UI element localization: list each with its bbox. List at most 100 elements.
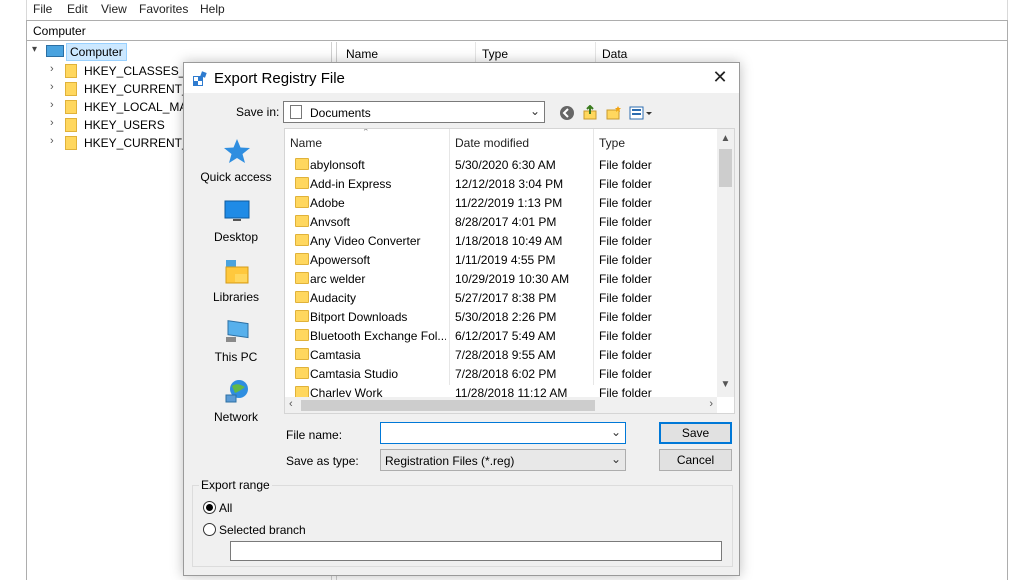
file-row[interactable]: Apowersoft 1/11/2019 4:55 PM File folder — [285, 250, 717, 269]
place-quick-access[interactable]: Quick access — [192, 138, 280, 196]
file-name-cell: Apowersoft — [310, 253, 371, 267]
scroll-left-icon[interactable]: ‹ — [289, 398, 293, 410]
selected-branch-radio[interactable] — [203, 523, 216, 536]
scroll-thumb[interactable] — [301, 400, 595, 411]
file-row[interactable]: Audacity 5/27/2017 8:38 PM File folder — [285, 288, 717, 307]
folder-icon — [295, 291, 309, 303]
file-row[interactable]: Camtasia 7/28/2018 9:55 AM File folder — [285, 345, 717, 364]
save-button[interactable]: Save — [659, 422, 732, 444]
view-menu-icon[interactable] — [628, 103, 654, 123]
menu-view[interactable]: View — [101, 2, 127, 16]
address-text: Computer — [33, 24, 86, 38]
column-header-date-modified[interactable]: Date modified — [455, 136, 529, 150]
close-icon[interactable]: ✕ — [709, 68, 731, 88]
file-name-cell: Bluetooth Exchange Fol... — [310, 329, 446, 343]
collapse-chevron-icon[interactable]: › — [50, 81, 54, 93]
tree-item-label: HKEY_CURRENT_C — [84, 136, 198, 150]
save-as-type-value: Registration Files (*.reg) — [385, 454, 515, 468]
save-in-dropdown[interactable]: Documents ⌄ — [283, 101, 545, 123]
file-name-cell: Camtasia Studio — [310, 367, 399, 381]
menu-file[interactable]: File — [33, 2, 52, 16]
new-folder-icon[interactable] — [604, 103, 624, 123]
file-date-cell: 5/30/2018 2:26 PM — [455, 310, 557, 324]
place-label: This PC — [214, 350, 258, 364]
file-row[interactable]: abylonsoft 5/30/2020 6:30 AM File folder — [285, 155, 717, 174]
column-divider[interactable] — [595, 42, 596, 62]
collapse-chevron-icon[interactable]: › — [50, 117, 54, 129]
scroll-thumb[interactable] — [719, 149, 732, 187]
horizontal-scrollbar[interactable]: ‹ › — [285, 397, 717, 413]
up-folder-icon[interactable] — [580, 103, 600, 123]
file-name-combobox[interactable]: ⌄ — [380, 422, 626, 444]
chevron-down-icon: ⌄ — [610, 452, 621, 466]
file-row[interactable]: Adobe 11/22/2019 1:13 PM File folder — [285, 193, 717, 212]
menu-favorites[interactable]: Favorites — [139, 2, 188, 16]
tree-root-label: Computer — [66, 43, 127, 61]
file-type-cell: File folder — [599, 196, 652, 210]
folder-icon — [295, 177, 309, 189]
menu-bar: File Edit View Favorites Help — [26, 0, 1008, 20]
collapse-chevron-icon[interactable]: › — [50, 63, 54, 75]
place-label: Network — [213, 410, 258, 424]
file-name-cell: Add-in Express — [310, 177, 392, 191]
folder-icon — [295, 234, 309, 246]
folder-icon — [295, 253, 309, 265]
address-bar[interactable]: Computer — [26, 20, 1008, 41]
selected-branch-input[interactable] — [230, 541, 722, 561]
selected-branch-label[interactable]: Selected branch — [219, 523, 306, 537]
folder-icon — [295, 272, 309, 284]
column-header-data[interactable]: Data — [602, 47, 627, 61]
registry-editor-icon — [193, 71, 207, 86]
folder-icon — [295, 329, 309, 341]
collapse-chevron-icon[interactable]: › — [50, 135, 54, 147]
back-icon[interactable] — [557, 103, 577, 123]
file-date-cell: 1/18/2018 10:49 AM — [455, 234, 563, 248]
vertical-scrollbar[interactable]: ▲ ▼ — [717, 129, 734, 397]
column-divider[interactable] — [475, 42, 476, 62]
place-desktop[interactable]: Desktop — [192, 198, 280, 256]
file-row[interactable]: Anvsoft 8/28/2017 4:01 PM File folder — [285, 212, 717, 231]
file-row[interactable]: Bitport Downloads 5/30/2018 2:26 PM File f… — [285, 307, 717, 326]
file-name-input[interactable] — [384, 425, 604, 441]
file-row[interactable]: Any Video Converter 1/18/2018 10:49 AM Fil… — [285, 231, 717, 250]
column-header-type[interactable]: Type — [482, 47, 508, 61]
scroll-up-icon[interactable]: ▲ — [717, 133, 734, 144]
export-range-group: Export range All Selected branch — [192, 478, 733, 567]
places-bar: Quick access Desktop Libraries This PC N… — [192, 130, 280, 430]
star-icon — [224, 139, 250, 163]
column-header-name[interactable]: Name — [346, 47, 378, 61]
place-network[interactable]: Network — [192, 378, 280, 436]
libraries-icon — [225, 260, 249, 284]
file-list[interactable]: ⌃ Name Date modified Type abylonsoft 5/30… — [284, 128, 735, 414]
collapse-chevron-icon[interactable]: › — [50, 99, 54, 111]
file-row[interactable]: Camtasia Studio 7/28/2018 6:02 PM File fol… — [285, 364, 717, 383]
export-all-radio[interactable] — [203, 501, 216, 514]
file-date-cell: 10/29/2019 10:30 AM — [455, 272, 570, 286]
place-label: Quick access — [200, 170, 272, 184]
export-all-label[interactable]: All — [219, 501, 232, 515]
menu-help[interactable]: Help — [200, 2, 225, 16]
dialog-title-bar[interactable]: Export Registry File ✕ — [184, 63, 739, 93]
scroll-down-icon[interactable]: ▼ — [717, 379, 734, 390]
save-in-value: Documents — [310, 106, 371, 120]
menu-edit[interactable]: Edit — [67, 2, 88, 16]
file-row[interactable]: arc welder 10/29/2019 10:30 AM File folder — [285, 269, 717, 288]
desktop-icon — [224, 200, 250, 221]
column-header-type[interactable]: Type — [599, 136, 625, 150]
save-in-label: Save in: — [236, 105, 280, 119]
place-libraries[interactable]: Libraries — [192, 258, 280, 316]
file-row[interactable]: Add-in Express 12/12/2018 3:04 PM File fol… — [285, 174, 717, 193]
save-as-type-dropdown[interactable]: Registration Files (*.reg) ⌄ — [380, 449, 626, 471]
folder-icon — [295, 215, 309, 227]
scroll-right-icon[interactable]: › — [709, 398, 713, 410]
cancel-button[interactable]: Cancel — [659, 449, 732, 471]
chevron-down-icon[interactable]: ⌄ — [611, 425, 621, 439]
file-date-cell: 1/11/2019 4:55 PM — [455, 253, 556, 267]
file-date-cell: 12/12/2018 3:04 PM — [455, 177, 564, 191]
expand-chevron-icon[interactable]: ▾ — [32, 44, 37, 55]
place-label: Desktop — [213, 230, 259, 244]
file-date-cell: 6/12/2017 5:49 AM — [455, 329, 556, 343]
file-row[interactable]: Bluetooth Exchange Fol... 6/12/2017 5:49 … — [285, 326, 717, 345]
column-header-name[interactable]: Name — [290, 136, 322, 150]
place-this-pc[interactable]: This PC — [192, 318, 280, 376]
